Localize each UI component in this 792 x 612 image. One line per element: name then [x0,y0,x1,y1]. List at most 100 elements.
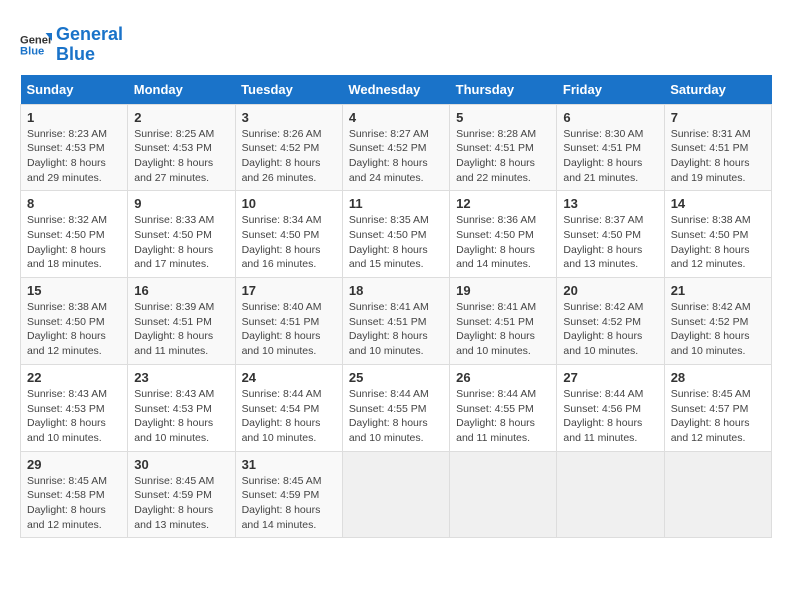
day-number: 15 [27,283,121,298]
calendar-cell: 25Sunrise: 8:44 AM Sunset: 4:55 PM Dayli… [342,364,449,451]
day-detail: Sunrise: 8:41 AM Sunset: 4:51 PM Dayligh… [456,300,550,359]
day-number: 31 [242,457,336,472]
day-number: 21 [671,283,765,298]
day-number: 23 [134,370,228,385]
calendar-week-2: 8Sunrise: 8:32 AM Sunset: 4:50 PM Daylig… [21,191,772,278]
weekday-header-saturday: Saturday [664,75,771,105]
weekday-header-thursday: Thursday [450,75,557,105]
calendar-cell: 1 Sunrise: 8:23 AM Sunset: 4:53 PM Daylig… [21,104,128,191]
day-detail: Sunrise: 8:36 AM Sunset: 4:50 PM Dayligh… [456,213,550,272]
weekday-header-row: SundayMondayTuesdayWednesdayThursdayFrid… [21,75,772,105]
day-number: 18 [349,283,443,298]
svg-text:General: General [20,34,52,46]
day-number: 26 [456,370,550,385]
day-detail: Sunrise: 8:23 AM Sunset: 4:53 PM Dayligh… [27,127,121,186]
calendar-cell: 30 Sunrise: 8:45 AM Sunset: 4:59 PM Dayli… [128,451,235,538]
day-detail: Sunrise: 8:35 AM Sunset: 4:50 PM Dayligh… [349,213,443,272]
weekday-header-tuesday: Tuesday [235,75,342,105]
calendar-cell: 10Sunrise: 8:34 AM Sunset: 4:50 PM Dayli… [235,191,342,278]
calendar-week-4: 22 Sunrise: 8:43 AM Sunset: 4:53 PM Dayli… [21,364,772,451]
calendar-cell: 31 Sunrise: 8:45 AM Sunset: 4:59 PM Dayli… [235,451,342,538]
calendar-cell: 20Sunrise: 8:42 AM Sunset: 4:52 PM Dayli… [557,278,664,365]
calendar-cell: 16 Sunrise: 8:39 AM Sunset: 4:51 PM Dayli… [128,278,235,365]
day-number: 4 [349,110,443,125]
day-detail: Sunrise: 8:38 AM Sunset: 4:50 PM Dayligh… [27,300,121,359]
calendar-cell: 4Sunrise: 8:27 AM Sunset: 4:52 PM Daylig… [342,104,449,191]
day-detail: Sunrise: 8:41 AM Sunset: 4:51 PM Dayligh… [349,300,443,359]
calendar-cell: 21Sunrise: 8:42 AM Sunset: 4:52 PM Dayli… [664,278,771,365]
calendar-cell: 11 Sunrise: 8:35 AM Sunset: 4:50 PM Dayli… [342,191,449,278]
weekday-header-monday: Monday [128,75,235,105]
day-detail: Sunrise: 8:30 AM Sunset: 4:51 PM Dayligh… [563,127,657,186]
weekday-header-wednesday: Wednesday [342,75,449,105]
day-detail: Sunrise: 8:43 AM Sunset: 4:53 PM Dayligh… [27,387,121,446]
day-detail: Sunrise: 8:44 AM Sunset: 4:55 PM Dayligh… [456,387,550,446]
day-detail: Sunrise: 8:45 AM Sunset: 4:59 PM Dayligh… [134,474,228,533]
day-number: 12 [456,196,550,211]
day-detail: Sunrise: 8:44 AM Sunset: 4:56 PM Dayligh… [563,387,657,446]
calendar-cell: 8Sunrise: 8:32 AM Sunset: 4:50 PM Daylig… [21,191,128,278]
day-detail: Sunrise: 8:37 AM Sunset: 4:50 PM Dayligh… [563,213,657,272]
day-detail: Sunrise: 8:32 AM Sunset: 4:50 PM Dayligh… [27,213,121,272]
calendar-cell: 6Sunrise: 8:30 AM Sunset: 4:51 PM Daylig… [557,104,664,191]
header: General Blue General Blue [20,20,772,65]
day-number: 30 [134,457,228,472]
calendar-cell: 7 Sunrise: 8:31 AM Sunset: 4:51 PM Daylig… [664,104,771,191]
logo-general: General [56,24,123,44]
calendar-cell: 9 Sunrise: 8:33 AM Sunset: 4:50 PM Daylig… [128,191,235,278]
day-detail: Sunrise: 8:45 AM Sunset: 4:59 PM Dayligh… [242,474,336,533]
day-number: 11 [349,196,443,211]
calendar-cell: 2 Sunrise: 8:25 AM Sunset: 4:53 PM Daylig… [128,104,235,191]
day-number: 22 [27,370,121,385]
day-detail: Sunrise: 8:40 AM Sunset: 4:51 PM Dayligh… [242,300,336,359]
day-detail: Sunrise: 8:34 AM Sunset: 4:50 PM Dayligh… [242,213,336,272]
calendar-week-1: 1 Sunrise: 8:23 AM Sunset: 4:53 PM Daylig… [21,104,772,191]
calendar-cell: 27 Sunrise: 8:44 AM Sunset: 4:56 PM Dayli… [557,364,664,451]
calendar-cell: 14Sunrise: 8:38 AM Sunset: 4:50 PM Dayli… [664,191,771,278]
calendar-cell: 13 Sunrise: 8:37 AM Sunset: 4:50 PM Dayli… [557,191,664,278]
day-number: 3 [242,110,336,125]
day-detail: Sunrise: 8:44 AM Sunset: 4:54 PM Dayligh… [242,387,336,446]
weekday-header-sunday: Sunday [21,75,128,105]
svg-text:Blue: Blue [20,45,44,57]
logo-text: General Blue [56,25,123,65]
calendar-cell: 28Sunrise: 8:45 AM Sunset: 4:57 PM Dayli… [664,364,771,451]
calendar-cell: 15 Sunrise: 8:38 AM Sunset: 4:50 PM Dayli… [21,278,128,365]
day-number: 13 [563,196,657,211]
calendar-cell: 18 Sunrise: 8:41 AM Sunset: 4:51 PM Dayli… [342,278,449,365]
logo: General Blue General Blue [20,25,123,65]
day-number: 14 [671,196,765,211]
day-detail: Sunrise: 8:28 AM Sunset: 4:51 PM Dayligh… [456,127,550,186]
calendar-cell [342,451,449,538]
day-number: 2 [134,110,228,125]
calendar-cell: 19 Sunrise: 8:41 AM Sunset: 4:51 PM Dayli… [450,278,557,365]
day-detail: Sunrise: 8:43 AM Sunset: 4:53 PM Dayligh… [134,387,228,446]
calendar-cell [664,451,771,538]
day-number: 1 [27,110,121,125]
day-number: 19 [456,283,550,298]
calendar-cell: 23 Sunrise: 8:43 AM Sunset: 4:53 PM Dayli… [128,364,235,451]
day-number: 5 [456,110,550,125]
day-number: 27 [563,370,657,385]
day-detail: Sunrise: 8:25 AM Sunset: 4:53 PM Dayligh… [134,127,228,186]
calendar-cell: 12 Sunrise: 8:36 AM Sunset: 4:50 PM Dayli… [450,191,557,278]
weekday-header-friday: Friday [557,75,664,105]
calendar-cell: 24Sunrise: 8:44 AM Sunset: 4:54 PM Dayli… [235,364,342,451]
day-detail: Sunrise: 8:45 AM Sunset: 4:58 PM Dayligh… [27,474,121,533]
day-number: 9 [134,196,228,211]
day-number: 7 [671,110,765,125]
day-number: 20 [563,283,657,298]
calendar-cell: 5 Sunrise: 8:28 AM Sunset: 4:51 PM Daylig… [450,104,557,191]
day-detail: Sunrise: 8:33 AM Sunset: 4:50 PM Dayligh… [134,213,228,272]
day-number: 29 [27,457,121,472]
calendar-cell: 17Sunrise: 8:40 AM Sunset: 4:51 PM Dayli… [235,278,342,365]
calendar-cell: 29 Sunrise: 8:45 AM Sunset: 4:58 PM Dayli… [21,451,128,538]
day-detail: Sunrise: 8:45 AM Sunset: 4:57 PM Dayligh… [671,387,765,446]
day-number: 25 [349,370,443,385]
day-number: 16 [134,283,228,298]
calendar-week-3: 15 Sunrise: 8:38 AM Sunset: 4:50 PM Dayli… [21,278,772,365]
calendar-cell [450,451,557,538]
day-detail: Sunrise: 8:31 AM Sunset: 4:51 PM Dayligh… [671,127,765,186]
day-detail: Sunrise: 8:39 AM Sunset: 4:51 PM Dayligh… [134,300,228,359]
logo-blue: Blue [56,44,95,64]
